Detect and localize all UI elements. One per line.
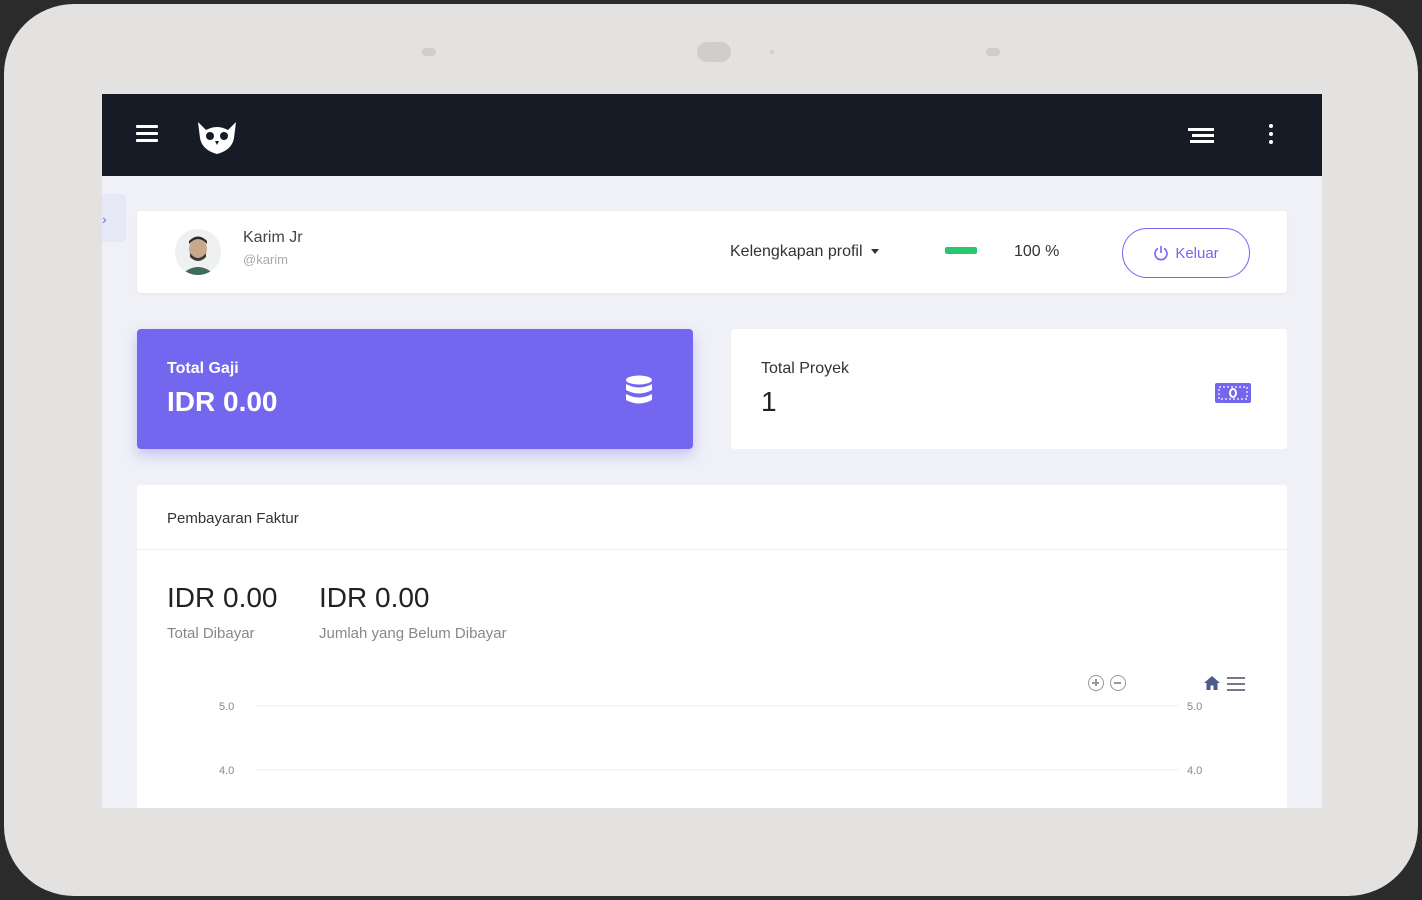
card-divider bbox=[137, 549, 1287, 550]
unpaid-label: Jumlah yang Belum Dibayar bbox=[319, 625, 507, 642]
top-navbar bbox=[102, 94, 1322, 176]
logout-button[interactable]: Keluar bbox=[1122, 228, 1250, 278]
profile-progress-bar bbox=[945, 247, 977, 254]
salary-label: Total Gaji bbox=[167, 360, 239, 377]
progress-fill bbox=[945, 247, 977, 254]
list-icon[interactable] bbox=[1188, 126, 1214, 144]
avatar[interactable] bbox=[175, 229, 221, 275]
total-paid-amount: IDR 0.00 bbox=[167, 582, 278, 613]
invoice-payment-card: Pembayaran Faktur IDR 0.00 Total Dibayar… bbox=[137, 485, 1287, 808]
hamburger-icon[interactable] bbox=[136, 125, 158, 143]
unpaid-amount: IDR 0.00 bbox=[319, 582, 430, 613]
app-screen: › Karim Jr @karim Kelengkapan profil 100… bbox=[102, 94, 1322, 808]
y-tick-right: 4.0 bbox=[1187, 765, 1202, 777]
sensor-dot bbox=[770, 50, 774, 54]
y-tick-right: 5.0 bbox=[1187, 701, 1202, 713]
sidebar-toggle[interactable]: › bbox=[102, 194, 126, 242]
salary-value: IDR 0.00 bbox=[167, 386, 278, 417]
y-tick-left: 4.0 bbox=[219, 765, 234, 777]
money-icon bbox=[1215, 383, 1251, 403]
projects-value: 1 bbox=[761, 386, 777, 417]
user-name: Karim Jr bbox=[243, 229, 303, 246]
front-camera bbox=[697, 42, 731, 62]
profile-completeness-dropdown[interactable]: Kelengkapan profil bbox=[730, 243, 879, 261]
invoice-title: Pembayaran Faktur bbox=[167, 510, 299, 527]
database-icon bbox=[626, 375, 652, 404]
total-projects-card: Total Proyek 1 bbox=[731, 329, 1287, 449]
caret-down-icon bbox=[870, 249, 879, 255]
progress-percent: 100 % bbox=[1014, 243, 1060, 260]
logout-label: Keluar bbox=[1175, 244, 1219, 262]
more-vertical-icon[interactable] bbox=[1266, 124, 1276, 146]
sensor-right bbox=[986, 48, 1000, 56]
sensor-left bbox=[422, 48, 436, 56]
projects-label: Total Proyek bbox=[761, 360, 850, 377]
total-salary-card: Total Gaji IDR 0.00 bbox=[137, 329, 693, 449]
chevron-right-icon: › bbox=[102, 211, 107, 227]
power-icon bbox=[1154, 246, 1169, 261]
user-handle: @karim bbox=[243, 252, 288, 267]
owl-logo-icon[interactable] bbox=[194, 116, 240, 156]
profile-card: Karim Jr @karim Kelengkapan profil 100 %… bbox=[137, 211, 1287, 293]
completeness-label: Kelengkapan profil bbox=[730, 243, 863, 260]
y-tick-left: 5.0 bbox=[219, 701, 234, 713]
total-paid-label: Total Dibayar bbox=[167, 625, 255, 642]
invoice-chart: 5.0 5.0 4.0 4.0 bbox=[219, 701, 1202, 777]
